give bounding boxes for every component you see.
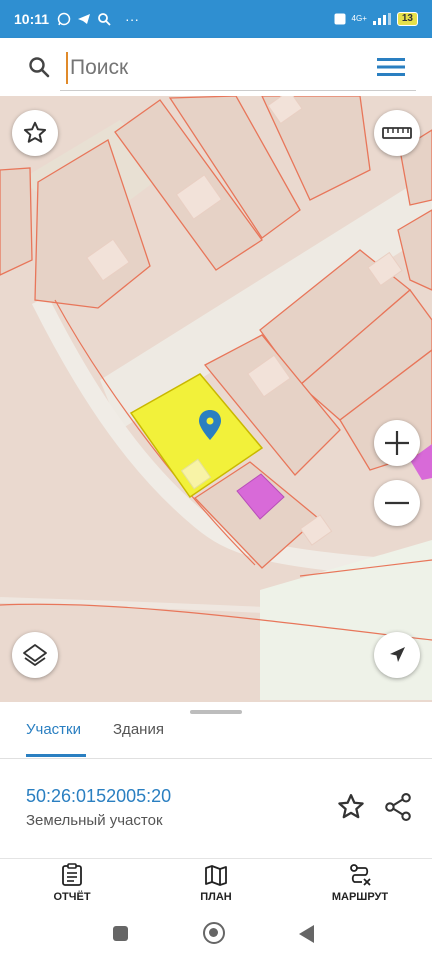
ruler-button[interactable] [374, 110, 420, 156]
minus-icon [385, 501, 409, 505]
cadastral-map [0, 96, 432, 700]
ruler-icon [382, 127, 412, 139]
network-type: 4G+ [351, 14, 367, 23]
parcel-type: Земельный участок [26, 812, 163, 829]
home-button[interactable] [203, 922, 225, 944]
favorites-button[interactable] [12, 110, 58, 156]
signal-icon [372, 13, 391, 25]
parcel [0, 167, 33, 276]
battery-indicator: 13 [396, 12, 418, 26]
nav-report-label: ОТЧЁТ [53, 891, 91, 903]
status-bar: 10:11 ··· 4G+ 13 [0, 0, 432, 38]
divider [0, 758, 432, 759]
menu-icon[interactable] [377, 56, 405, 78]
share-icon[interactable] [384, 792, 412, 822]
tab-buildings[interactable]: Здания [113, 720, 164, 758]
recent-apps-button[interactable] [113, 926, 128, 941]
star-icon[interactable] [336, 792, 366, 822]
star-icon [23, 121, 47, 143]
nav-route[interactable]: МАРШРУТ [310, 863, 410, 903]
bottom-nav: ОТЧЁТ ПЛАН МАРШРУТ [0, 858, 432, 914]
zoom-in-button[interactable] [374, 420, 420, 466]
status-time: 10:11 [14, 11, 50, 27]
sheet-drag-handle[interactable] [190, 710, 242, 714]
map-view[interactable] [0, 96, 432, 702]
status-app-icons: ··· [57, 11, 139, 27]
nav-route-label: МАРШРУТ [331, 891, 389, 903]
navigation-arrow-icon [390, 647, 405, 662]
search-underline [60, 90, 416, 91]
system-nav-bar [0, 914, 432, 960]
cadastral-number[interactable]: 50:26:0152005:20 [26, 786, 171, 807]
layers-icon [23, 644, 47, 666]
search-icon[interactable] [28, 56, 50, 78]
nav-plan-label: ПЛАН [200, 891, 232, 903]
parcel-info-sheet: Участки Здания 50:26:0152005:20 Земельны… [0, 702, 432, 858]
nav-plan[interactable]: ПЛАН [166, 863, 266, 903]
search-input[interactable] [66, 52, 386, 84]
plus-icon [385, 431, 409, 455]
layers-button[interactable] [12, 632, 58, 678]
whatsapp-icon [57, 12, 71, 26]
my-location-button[interactable] [374, 632, 420, 678]
volte-icon [334, 13, 346, 25]
tab-active-indicator [26, 754, 86, 757]
route-icon [350, 864, 371, 886]
tab-buildings-label: Здания [113, 721, 164, 738]
tab-parcels-label: Участки [26, 721, 81, 738]
report-icon [62, 863, 82, 886]
back-button[interactable] [299, 925, 314, 943]
zoom-out-button[interactable] [374, 480, 420, 526]
nav-report[interactable]: ОТЧЁТ [22, 863, 122, 903]
search-bar [0, 38, 432, 96]
telegram-icon [78, 14, 91, 24]
status-more: ··· [125, 11, 140, 27]
map-plan-icon [205, 865, 227, 886]
tab-parcels[interactable]: Участки [26, 720, 86, 758]
search-icon [98, 13, 111, 26]
